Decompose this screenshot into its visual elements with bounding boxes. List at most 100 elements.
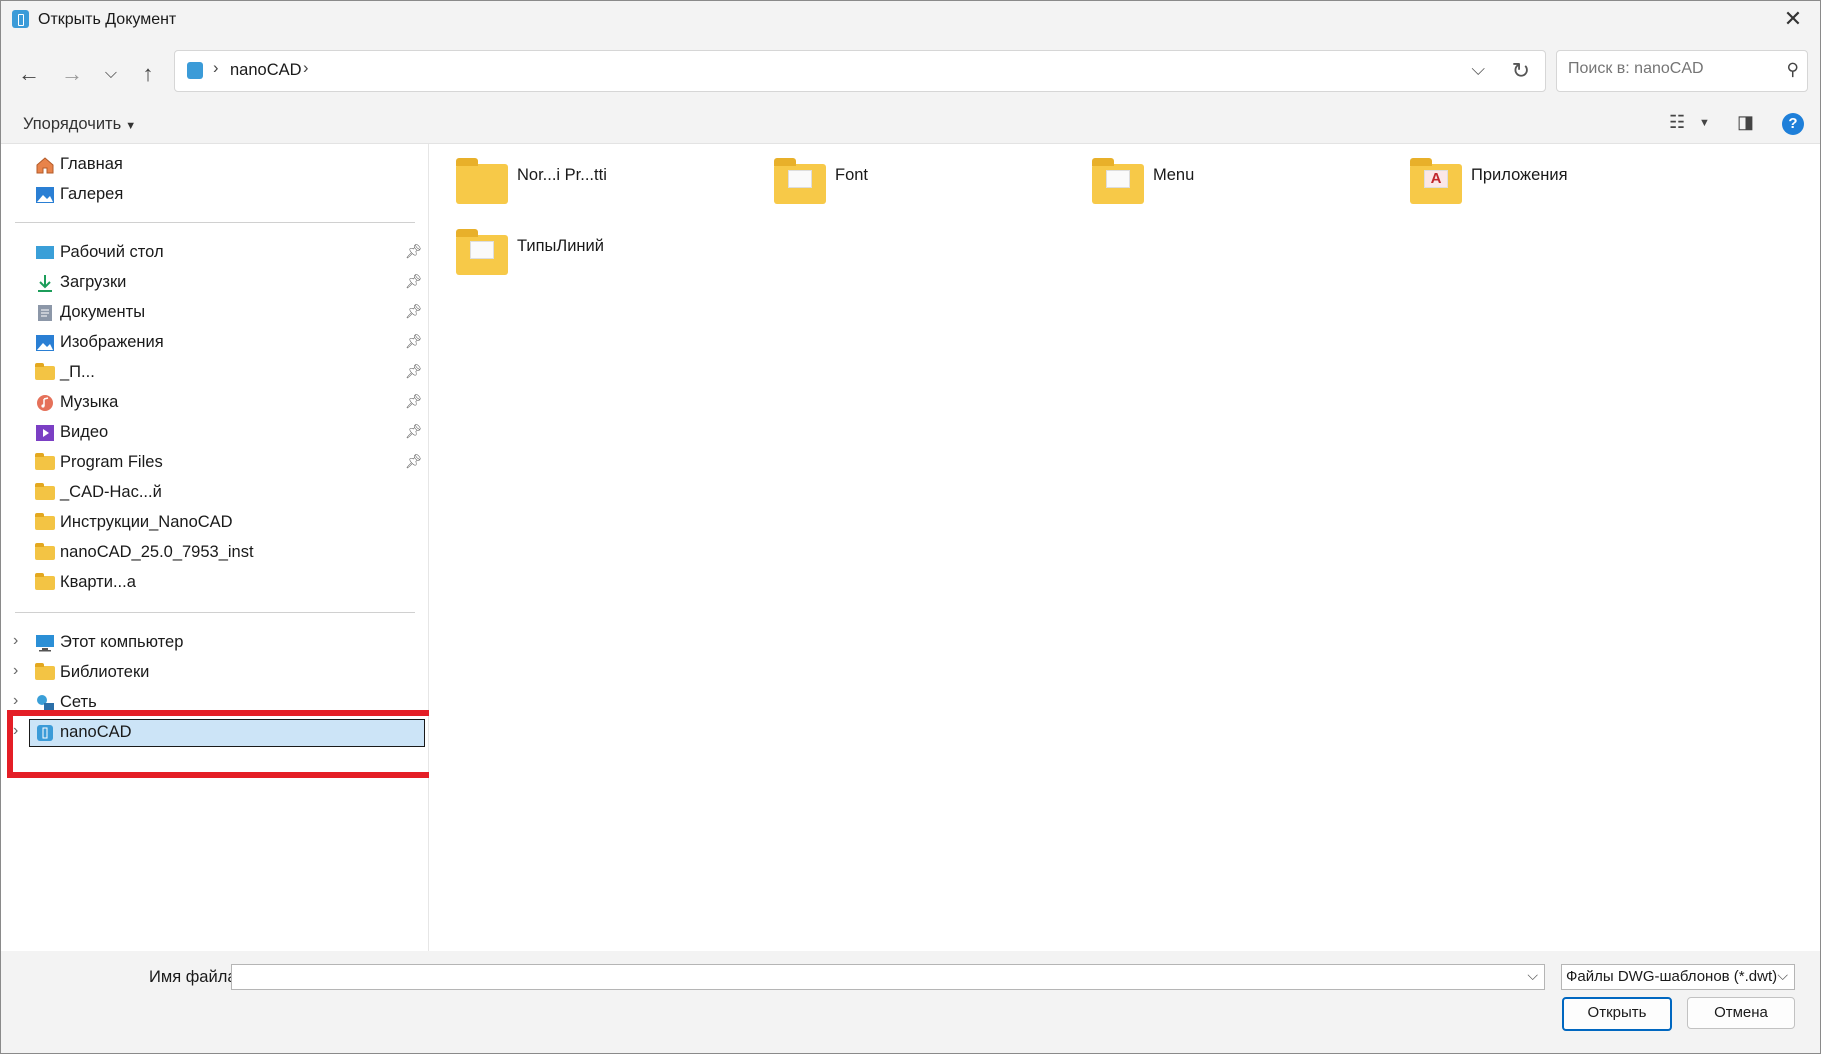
sidebar-item-label: Документы (60, 303, 146, 321)
pin-icon[interactable]: 📌︎ (405, 273, 423, 290)
folder-doc-icon (456, 229, 508, 275)
close-icon[interactable]: ✕ (1778, 4, 1808, 34)
folder-icon (35, 453, 55, 470)
view-options-icon[interactable]: ☷ (1669, 112, 1685, 133)
sidebar-item-folder[interactable]: Кварти...а (1, 569, 428, 597)
pin-icon[interactable]: 📌︎ (405, 333, 423, 350)
sidebar-item-documents[interactable]: Документы 📌︎ (1, 299, 428, 327)
chevron-down-icon[interactable]: ⌵ (1777, 967, 1788, 984)
dialog-footer: Имя файла: ⌵ Файлы DWG-шаблонов (*.dwt) … (1, 951, 1820, 1053)
sidebar-item-folder[interactable]: Инструкции_NanoCAD (1, 509, 428, 537)
nanocad-location-icon (187, 62, 203, 79)
chevron-down-icon[interactable]: ⌵ (1527, 967, 1538, 984)
sidebar-item-label: Музыка (60, 393, 119, 411)
folder-doc-icon (1092, 158, 1144, 204)
folder-doc-icon (774, 158, 826, 204)
folder-tile[interactable]: A Приложения (1410, 156, 1710, 210)
sidebar-item-folder[interactable]: nanoCAD_25.0_7953_inst (1, 539, 428, 567)
pin-icon[interactable]: 📌︎ (405, 453, 423, 470)
filename-label: Имя файла: (149, 968, 242, 986)
forward-button[interactable]: → (57, 59, 87, 89)
folder-name: Приложения (1471, 166, 1568, 184)
music-icon (35, 394, 55, 412)
chevron-down-icon[interactable]: ⌵ (1471, 59, 1485, 80)
sidebar-item-downloads[interactable]: Загрузки 📌︎ (1, 269, 428, 297)
filename-input[interactable]: ⌵ (231, 964, 1545, 990)
recent-locations-button[interactable]: ⌵ (96, 59, 126, 89)
open-button[interactable]: Открыть (1562, 997, 1672, 1031)
sidebar-item-libraries[interactable]: › Библиотеки (1, 659, 428, 687)
search-box[interactable]: ⚲ (1556, 50, 1808, 92)
filetype-value: Файлы DWG-шаблонов (*.dwt) (1566, 968, 1778, 985)
sidebar-item-folder[interactable]: _П... 📌︎ (1, 359, 428, 387)
refresh-icon[interactable]: ↻ (1512, 58, 1530, 84)
folder-tile[interactable]: Menu (1092, 156, 1392, 210)
sidebar-item-label: nanoCAD_25.0_7953_inst (60, 543, 254, 561)
sidebar-divider (15, 612, 415, 613)
chevron-right-icon[interactable]: › (13, 632, 18, 650)
pin-icon[interactable]: 📌︎ (405, 303, 423, 320)
desktop-icon (35, 244, 55, 262)
folder-icon (35, 543, 55, 560)
folder-tile[interactable]: Font (774, 156, 1074, 210)
sidebar-item-gallery[interactable]: Галерея (1, 181, 428, 209)
chevron-right-icon[interactable]: › (13, 662, 18, 680)
sidebar-item-desktop[interactable]: Рабочий стол 📌︎ (1, 239, 428, 267)
pin-icon[interactable]: 📌︎ (405, 393, 423, 410)
sidebar-item-label: Program Files (60, 453, 163, 471)
sidebar-divider (15, 222, 415, 223)
sidebar-item-program-files[interactable]: Program Files 📌︎ (1, 449, 428, 477)
sidebar-item-home[interactable]: Главная (1, 151, 428, 179)
sidebar-item-label: _П... (60, 363, 95, 381)
gallery-icon (35, 186, 55, 204)
address-bar[interactable]: › nanoCAD › ⌵ ↻ (174, 50, 1546, 92)
folder-app-icon: A (1410, 158, 1462, 204)
cancel-button[interactable]: Отмена (1687, 997, 1795, 1029)
sidebar-item-music[interactable]: Музыка 📌︎ (1, 389, 428, 417)
pictures-icon (35, 334, 55, 352)
back-button[interactable]: ← (14, 59, 44, 89)
pin-icon[interactable]: 📌︎ (405, 423, 423, 440)
sidebar-item-pictures[interactable]: Изображения 📌︎ (1, 329, 428, 357)
sidebar-item-label: _CAD-Нас...й (60, 483, 162, 501)
chevron-right-icon[interactable]: › (213, 59, 219, 78)
help-icon[interactable]: ? (1782, 113, 1804, 135)
window-title: Открыть Документ (38, 11, 177, 28)
nanocad-app-icon (12, 10, 29, 28)
sidebar-item-label: Инструкции_NanoCAD (60, 513, 233, 531)
search-icon[interactable]: ⚲ (1787, 60, 1799, 80)
folder-icon (35, 483, 55, 500)
navigation-pane: Главная Галерея Рабочий стол 📌︎ Загрузки… (1, 144, 429, 951)
caret-down-icon: ▼ (125, 120, 137, 132)
sidebar-item-video[interactable]: Видео 📌︎ (1, 419, 428, 447)
sidebar-item-this-pc[interactable]: › Этот компьютер (1, 629, 428, 657)
pin-icon[interactable]: 📌︎ (405, 243, 423, 260)
home-icon (35, 156, 55, 174)
sidebar-item-label: Этот компьютер (60, 633, 184, 651)
view-dropdown-icon[interactable]: ▼ (1699, 117, 1710, 129)
filetype-select[interactable]: Файлы DWG-шаблонов (*.dwt) ⌵ (1561, 964, 1795, 990)
video-icon (35, 424, 55, 442)
chevron-right-icon[interactable]: › (13, 692, 18, 710)
folder-icon (35, 363, 55, 380)
organize-menu[interactable]: Упорядочить ▼ (23, 115, 136, 134)
search-input[interactable] (1566, 59, 1770, 79)
navigation-bar: ← → ⌵ ↑ › nanoCAD › ⌵ ↻ ⚲ (1, 39, 1820, 105)
breadcrumb-nanocad[interactable]: nanoCAD (230, 61, 302, 80)
organize-label: Упорядочить (23, 115, 122, 133)
sidebar-item-label: Рабочий стол (60, 243, 164, 261)
highlight-annotation-box (7, 710, 455, 778)
libraries-icon (35, 663, 55, 680)
folder-tile[interactable]: Nor...i Pr...tti (456, 156, 756, 210)
documents-icon (35, 304, 55, 322)
pin-icon[interactable]: 📌︎ (405, 363, 423, 380)
file-list: Nor...i Pr...tti Font Menu A Приложения … (429, 144, 1820, 951)
preview-pane-icon[interactable]: ◨ (1737, 112, 1754, 133)
folder-tile[interactable]: ТипыЛиний (456, 227, 756, 281)
command-bar: Упорядочить ▼ ☷ ▼ ◨ ? (1, 105, 1820, 144)
sidebar-item-folder[interactable]: _CAD-Нас...й (1, 479, 428, 507)
sidebar-item-label: Библиотеки (60, 663, 150, 681)
download-icon (35, 274, 55, 292)
chevron-right-icon[interactable]: › (303, 59, 309, 78)
up-button[interactable]: ↑ (133, 59, 163, 89)
